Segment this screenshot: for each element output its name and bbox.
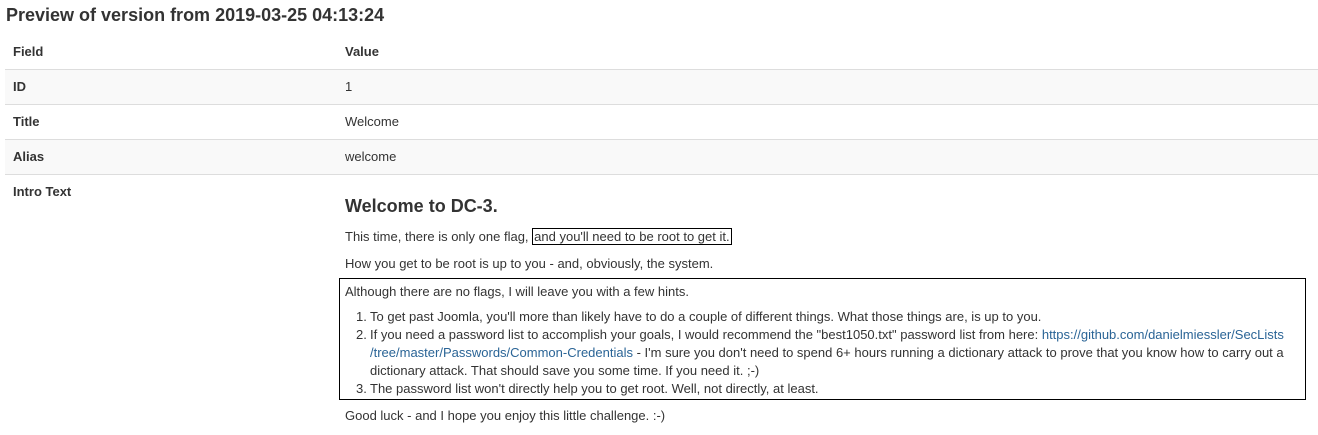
list-item-text: If you need a password list to accomplis… <box>370 327 1042 342</box>
list-item: 1. To get past Joomla, you'll more than … <box>340 308 1300 326</box>
seclists-link-part-1: https://github.com/danielmiessler/SecLis… <box>1041 327 1284 342</box>
hints-intro: Although there are no flags, I will leav… <box>345 284 689 299</box>
header-value: Value <box>345 44 379 59</box>
table-row-title: Title Welcome <box>5 104 1318 139</box>
intro-closing: Good luck - and I hope you enjoy this li… <box>345 408 666 423</box>
intro-heading: Welcome to DC-3. <box>345 196 498 216</box>
list-item-number: 2. <box>356 327 367 342</box>
field-label: Title <box>13 114 40 129</box>
table-row-alias: Alias welcome <box>5 139 1318 174</box>
table-row-id: ID 1 <box>5 69 1318 104</box>
version-preview-table: Field Value ID 1 Title Welcome Alias wel… <box>5 35 1318 435</box>
table-header-row: Field Value <box>5 35 1318 69</box>
hints-box: Although there are no flags, I will leav… <box>339 278 1306 400</box>
hints-list: 1. To get past Joomla, you'll more than … <box>340 308 1300 398</box>
intro-paragraph-1: This time, there is only one flag, and y… <box>345 228 732 246</box>
field-label: Alias <box>13 149 45 164</box>
header-field: Field <box>13 44 44 59</box>
intro-paragraph-2: How you get to be root is up to you - an… <box>345 256 714 271</box>
field-label: Intro Text <box>13 184 72 199</box>
list-item-number: 1. <box>356 309 367 324</box>
field-value: Welcome <box>345 114 399 129</box>
table-row-intro-text: Intro Text Welcome to DC-3. This time, t… <box>5 174 1318 435</box>
list-item-text: The password list won't directly help yo… <box>370 381 819 396</box>
seclists-link-part-2: /tree/master/Passwords/Common-Credential… <box>370 345 633 360</box>
list-item: 2. If you need a password list to accomp… <box>340 326 1300 380</box>
page-title: Preview of version from 2019-03-25 04:13… <box>6 5 385 25</box>
field-value: 1 <box>345 79 353 94</box>
intro-boxed-text: and you'll need to be root to get it. <box>532 228 732 245</box>
intro-paragraph-1-text: This time, there is only one flag, <box>345 229 529 244</box>
field-value: welcome <box>345 149 397 164</box>
list-item-text: To get past Joomla, you'll more than lik… <box>370 309 1042 324</box>
list-item-number: 3. <box>356 381 367 396</box>
list-item: 3. The password list won't directly help… <box>340 380 1300 398</box>
field-label: ID <box>13 79 26 94</box>
